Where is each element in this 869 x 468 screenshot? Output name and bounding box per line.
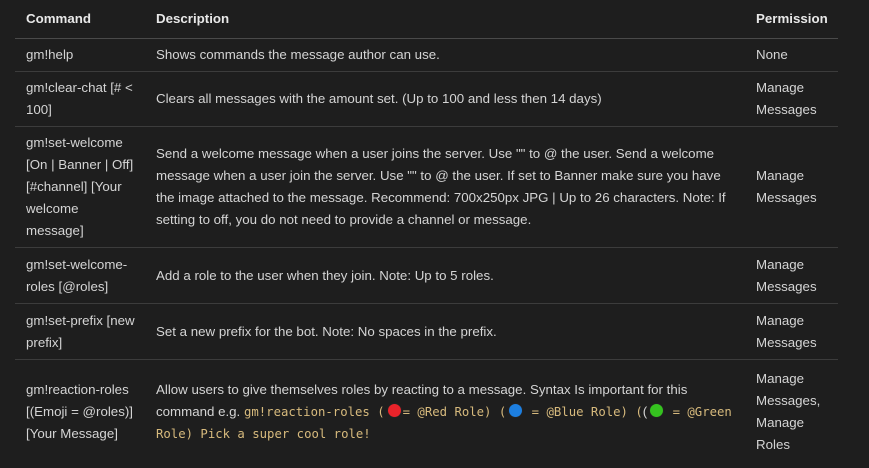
table-header-row: Command Description Permission: [15, 0, 838, 39]
header-permission: Permission: [756, 11, 828, 26]
command-cell: gm!reaction-roles [(Emoji = @roles)] [Yo…: [26, 382, 133, 441]
reaction-roles-description: Allow users to give themselves roles by …: [156, 382, 732, 441]
description-cell: Send a welcome message when a user joins…: [156, 146, 726, 227]
description-cell: Shows commands the message author can us…: [156, 47, 440, 62]
table-row: gm!set-welcome [On | Banner | Off] [#cha…: [15, 127, 838, 248]
permission-cell: None: [756, 47, 788, 62]
command-cell: gm!help: [26, 47, 74, 62]
example-code-2: = @Red Role) (: [402, 405, 507, 419]
description-cell: Allow users to give themselves roles by …: [156, 360, 741, 464]
example-code-3: = @Blue Role) (: [524, 405, 643, 419]
permission-cell: Manage Messages: [756, 80, 817, 117]
table-row: gm!help Shows commands the message autho…: [15, 39, 838, 72]
command-cell: gm!clear-chat [# < 100]: [26, 80, 133, 117]
red-circle-emoji-icon: [386, 403, 402, 418]
permission-cell: Manage Messages: [756, 256, 817, 294]
command-cell: gm!set-welcome-roles [@roles]: [26, 256, 128, 294]
green-circle-emoji-icon: [649, 403, 665, 418]
command-cell: gm!set-prefix [new prefix]: [26, 312, 135, 350]
permission-cell: Manage Messages: [756, 312, 817, 350]
description-cell: Clears all messages with the amount set.…: [156, 91, 602, 106]
description-cell: Add a role to the user when they join. N…: [156, 267, 494, 283]
table-row: gm!reaction-roles [(Emoji = @roles)] [Yo…: [15, 360, 838, 464]
table-row: gm!set-welcome-roles [@roles] Add a role…: [15, 248, 838, 304]
permission-cell: Manage Messages, Manage Roles: [756, 371, 821, 452]
header-command: Command: [26, 11, 92, 26]
table-row: gm!set-prefix [new prefix] Set a new pre…: [15, 304, 838, 360]
table-row: gm!clear-chat [# < 100] Clears all messa…: [15, 72, 838, 127]
example-code-1: gm!reaction-roles (: [243, 405, 385, 419]
header-description: Description: [156, 11, 230, 26]
commands-table: Command Description Permission gm!help S…: [15, 0, 838, 464]
permission-cell: Manage Messages: [756, 168, 817, 205]
command-cell: gm!set-welcome [On | Banner | Off] [#cha…: [26, 135, 134, 238]
description-cell: Set a new prefix for the bot. Note: No s…: [156, 323, 497, 339]
blue-circle-emoji-icon: [508, 403, 524, 418]
